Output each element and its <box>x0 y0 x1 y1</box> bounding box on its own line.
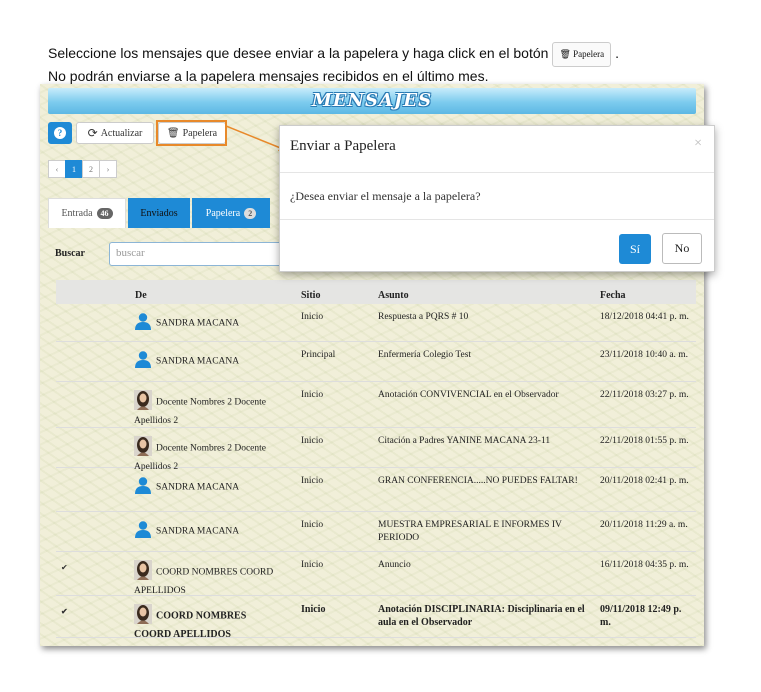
subject-cell[interactable]: Anotación CONVIVENCIAL en el Observador <box>378 389 593 402</box>
check-icon[interactable]: ✔ <box>61 608 69 616</box>
subject-cell[interactable]: GRAN CONFERENCIA.....NO PUEDES FALTAR! <box>378 475 593 488</box>
user-icon <box>134 312 152 335</box>
user-icon <box>134 476 152 499</box>
help-button[interactable]: ? <box>48 122 72 144</box>
dialog-divider <box>280 219 714 220</box>
tab-sent[interactable]: Enviados <box>128 198 190 228</box>
site-cell: Inicio <box>301 390 324 400</box>
subject-cell[interactable]: Respuesta a PQRS # 10 <box>378 311 593 324</box>
date-cell: 22/11/2018 03:27 p. m. <box>600 390 689 400</box>
date-cell: 22/11/2018 01:55 p. m. <box>600 436 689 446</box>
question-icon: ? <box>54 127 66 139</box>
refresh-label: Actualizar <box>100 127 143 139</box>
date-cell: 18/12/2018 04:41 p. m. <box>600 312 689 322</box>
site-cell: Inicio <box>301 476 324 486</box>
instruction-line1: Seleccione los mensajes que desee enviar… <box>48 45 549 62</box>
sender-cell: Docente Nombres 2 Docente Apellidos 2 <box>134 390 284 428</box>
sender-name: SANDRA MACANA <box>156 356 240 367</box>
tab-inbox-label: Entrada <box>61 208 93 219</box>
confirm-no-button[interactable]: No <box>662 233 702 264</box>
site-cell: Inicio <box>301 604 326 615</box>
confirm-dialog: Enviar a Papelera × ¿Desea enviar el men… <box>279 125 715 272</box>
table-row[interactable]: SANDRA MACANA Principal Enfermería Colegio… <box>56 342 696 382</box>
date-cell: 20/11/2018 02:41 p. m. <box>600 476 689 486</box>
subject-cell[interactable]: Enfermería Colegio Test <box>378 349 593 362</box>
sender-name: SANDRA MACANA <box>156 526 240 537</box>
table-row[interactable]: Docente Nombres 2 Docente Apellidos 2 Ini… <box>56 428 696 472</box>
refresh-button[interactable]: ⟳ Actualizar <box>76 122 154 144</box>
pagination: ‹ 1 2 › <box>48 160 117 178</box>
sender-cell: SANDRA MACANA <box>134 350 284 373</box>
tab-trash[interactable]: Papelera 2 <box>192 198 270 228</box>
message-list: SANDRA MACANA Inicio Respuesta a PQRS # 10… <box>56 304 696 641</box>
tab-trash-label: Papelera <box>205 207 241 219</box>
site-cell: Inicio <box>301 560 324 570</box>
sender-cell: SANDRA MACANA <box>134 520 284 543</box>
subject-cell[interactable]: Citación a Padres YANINE MACANA 23-11 <box>378 435 593 448</box>
table-row[interactable]: SANDRA MACANA Inicio Respuesta a PQRS # 10… <box>56 304 696 342</box>
tab-trash-count: 2 <box>244 207 257 219</box>
header-date[interactable]: Fecha <box>600 290 626 301</box>
sender-cell: SANDRA MACANA <box>134 312 284 335</box>
sender-cell: COORD NOMBRES COORD APELLIDOS <box>134 560 284 598</box>
search-input[interactable]: buscar <box>109 242 299 266</box>
site-cell: Inicio <box>301 436 324 446</box>
instruction-period: . <box>615 45 619 62</box>
date-cell: 16/11/2018 04:35 p. m. <box>600 560 689 570</box>
table-row[interactable]: SANDRA MACANA Inicio MUESTRA EMPRESARIAL E… <box>56 512 696 552</box>
header-site[interactable]: Sitio <box>301 290 320 301</box>
avatar <box>134 560 152 585</box>
site-cell: Inicio <box>301 312 324 322</box>
date-cell: 20/11/2018 11:29 a. m. <box>600 520 688 530</box>
header-from[interactable]: De <box>135 290 147 301</box>
instructions: Seleccione los mensajes que desee enviar… <box>48 42 619 86</box>
pager-page-1[interactable]: 1 <box>65 160 83 178</box>
sender-name: SANDRA MACANA <box>156 482 240 493</box>
trash-button-highlight <box>156 120 227 146</box>
site-cell: Principal <box>301 350 336 360</box>
subject-cell[interactable]: MUESTRA EMPRESARIAL E INFORMES IV PERIOD… <box>378 519 593 545</box>
user-icon <box>134 350 152 373</box>
date-cell: 09/11/2018 12:49 p. m. <box>600 604 682 628</box>
banner-title: MENSAJES <box>311 90 433 111</box>
pager-next[interactable]: › <box>99 160 117 178</box>
close-icon[interactable]: × <box>694 136 702 152</box>
site-cell: Inicio <box>301 520 324 530</box>
refresh-icon: ⟳ <box>87 125 98 140</box>
dialog-title: Enviar a Papelera <box>290 138 396 154</box>
table-row[interactable]: SANDRA MACANA Inicio GRAN CONFERENCIA.....… <box>56 468 696 512</box>
pager-page-2[interactable]: 2 <box>82 160 100 178</box>
user-icon <box>134 520 152 543</box>
table-row[interactable]: ✔ COORD NOMBRES COORD APELLIDOS Inicio Anun… <box>56 552 696 596</box>
sender-name: COORD NOMBRES COORD APELLIDOS <box>134 567 274 596</box>
confirm-yes-button[interactable]: Sí <box>619 234 651 264</box>
tab-sent-label: Enviados <box>140 207 178 219</box>
sender-name: SANDRA MACANA <box>156 318 240 329</box>
check-icon[interactable]: ✔ <box>61 564 69 572</box>
avatar <box>134 390 152 415</box>
sender-cell: COORD NOMBRES COORD APELLIDOS <box>134 604 284 641</box>
inline-trash-button-sample: 🗑 Papelera <box>552 42 612 67</box>
pager-prev[interactable]: ‹ <box>48 160 66 178</box>
dialog-divider <box>280 172 714 173</box>
sender-name: Docente Nombres 2 Docente Apellidos 2 <box>134 397 267 426</box>
date-cell: 23/11/2018 10:40 a. m. <box>600 350 689 360</box>
subject-cell[interactable]: Anuncio <box>378 559 593 572</box>
header-subject[interactable]: Asunto <box>378 290 409 301</box>
banner: MENSAJES <box>48 88 696 114</box>
inline-button-label: Papelera <box>573 49 605 59</box>
table-row[interactable]: Docente Nombres 2 Docente Apellidos 2 Ini… <box>56 382 696 428</box>
tab-inbox-count: 46 <box>96 208 113 219</box>
avatar <box>134 604 152 628</box>
tab-inbox[interactable]: Entrada 46 <box>48 198 126 228</box>
avatar <box>134 436 152 461</box>
table-row[interactable]: ✔ COORD NOMBRES COORD APELLIDOS Inicio Anot… <box>56 596 696 641</box>
dialog-message: ¿Desea enviar el mensaje a la papelera? <box>290 189 481 203</box>
subject-cell[interactable]: Anotación DISCIPLINARIA: Disciplinaria e… <box>378 603 593 629</box>
search-label: Buscar <box>55 248 85 259</box>
sender-cell: SANDRA MACANA <box>134 476 284 499</box>
